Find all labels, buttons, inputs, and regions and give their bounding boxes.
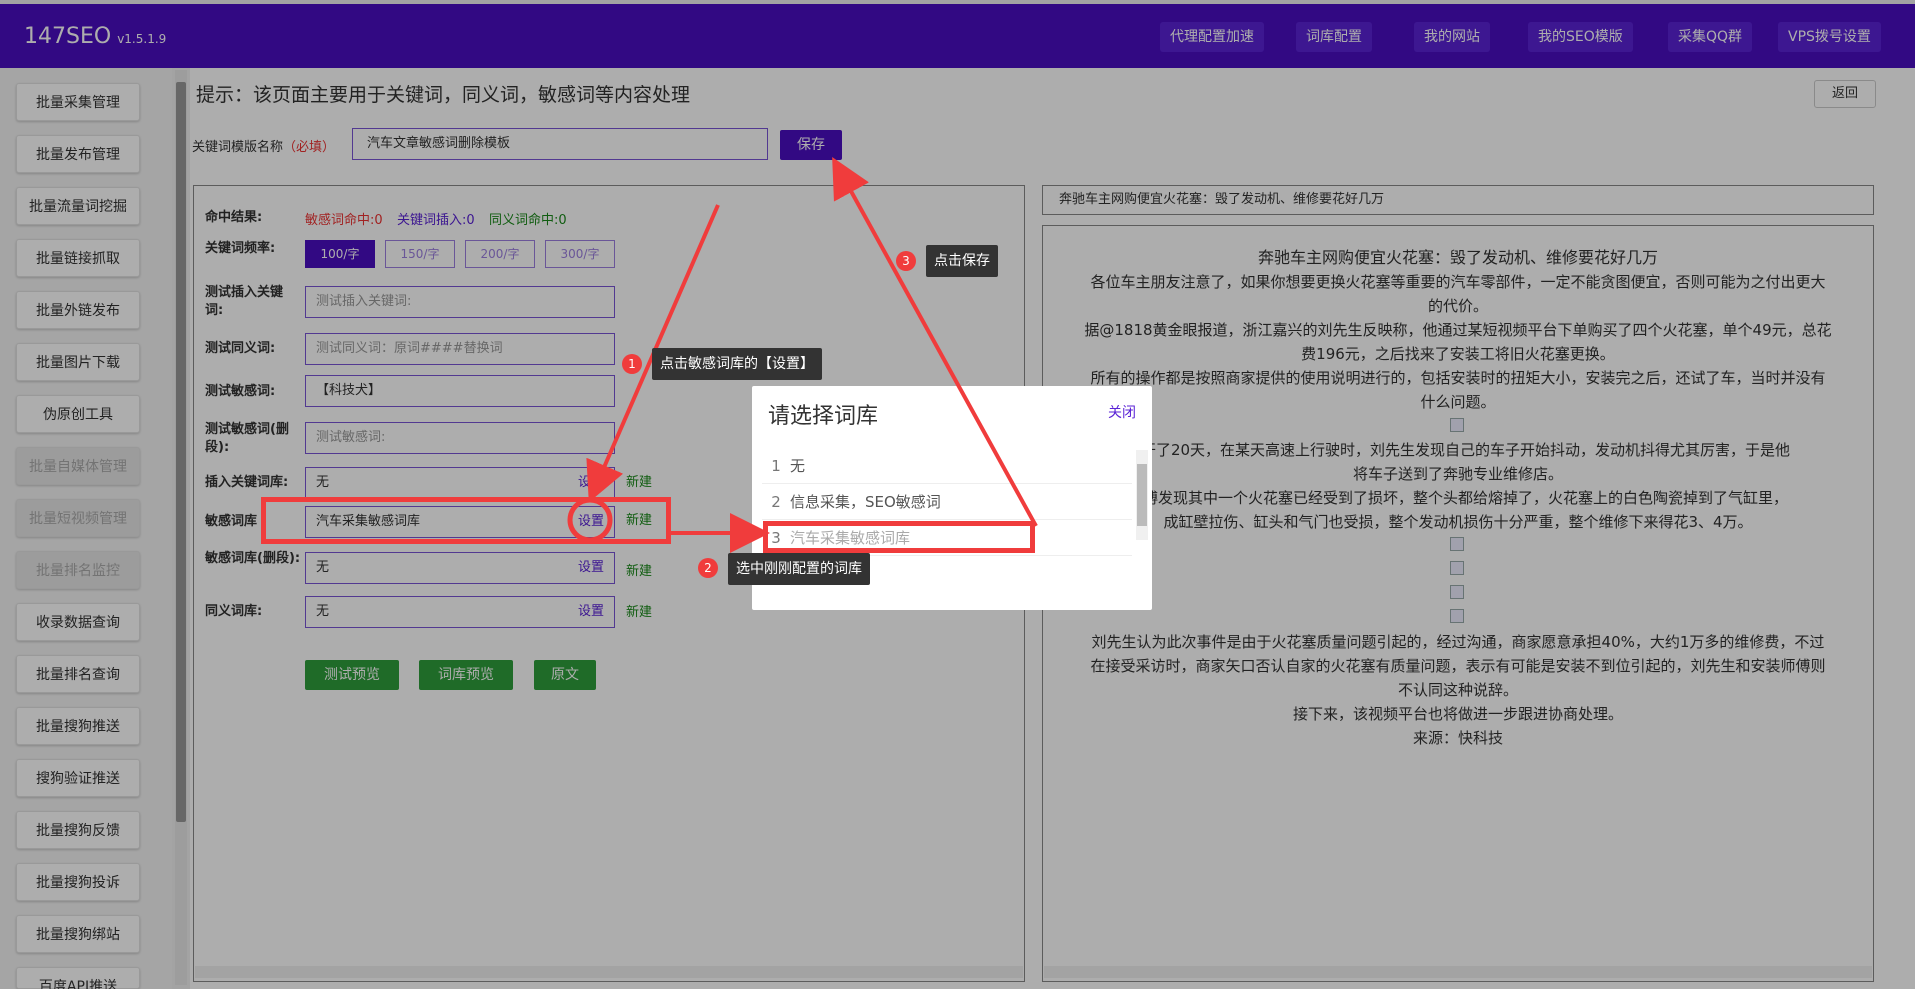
annotation-arrow-3 [832, 156, 1038, 527]
annotation-callout-2: 选中刚刚配置的词库 [728, 553, 870, 585]
annotation-callout-1: 点击敏感词库的【设置】 [652, 348, 822, 380]
annotation-badge-1: 1 [622, 354, 642, 374]
annotation-box-sensitive-lib [261, 497, 671, 544]
annotation-badge-2: 2 [698, 558, 718, 578]
annotation-box-selected-option [763, 521, 1035, 553]
annotation-badge-3: 3 [896, 251, 916, 271]
annotation-callout-3: 点击保存 [926, 245, 998, 277]
annotation-arrows [567, 156, 1038, 553]
